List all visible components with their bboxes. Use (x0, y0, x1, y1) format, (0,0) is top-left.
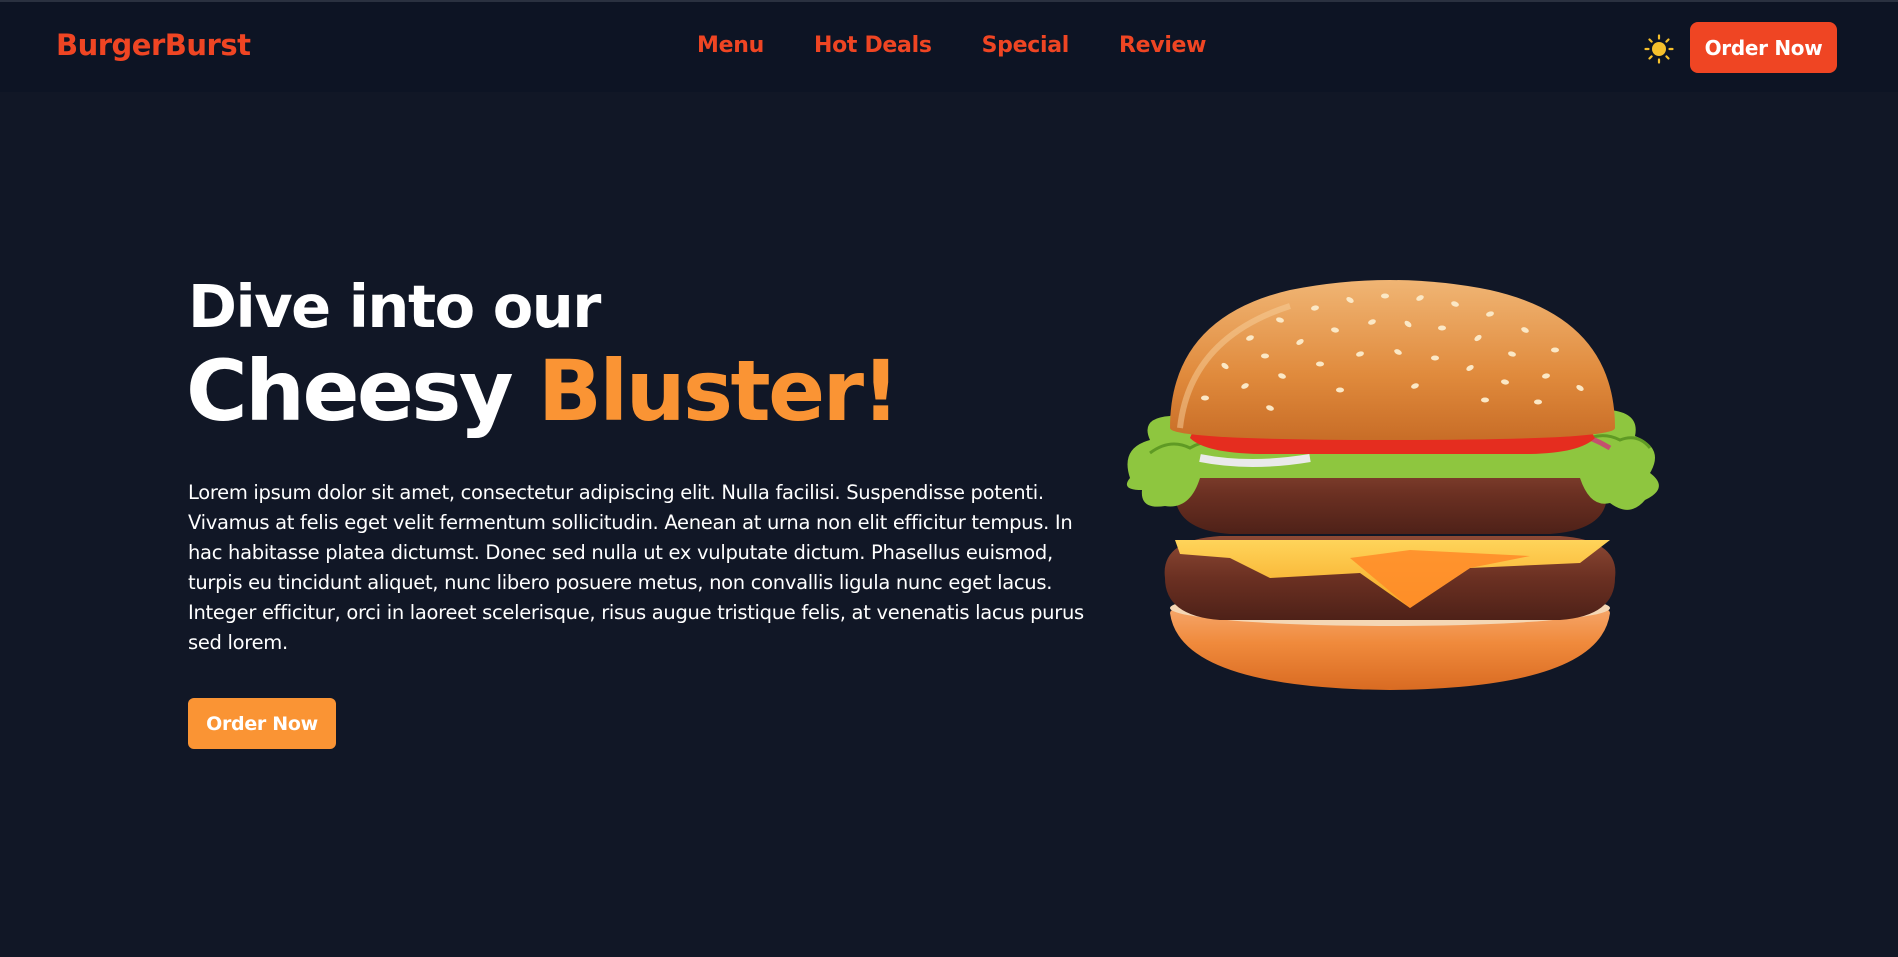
nav-item-menu[interactable]: Menu (697, 33, 764, 58)
hero-title: Cheesy Bluster! (186, 342, 900, 440)
hero-title-main: Cheesy (186, 342, 514, 440)
brand-logo[interactable]: BurgerBurst (56, 28, 251, 62)
order-now-button-header[interactable]: Order Now (1690, 22, 1837, 73)
hero-subtitle: Dive into our (188, 272, 601, 341)
burger-image (1110, 278, 1670, 698)
nav-links: Menu Hot Deals Special Review (697, 33, 1207, 58)
nav-item-hot-deals[interactable]: Hot Deals (814, 33, 932, 58)
sun-icon[interactable] (1644, 34, 1674, 64)
nav-item-special[interactable]: Special (982, 33, 1070, 58)
order-now-button-hero[interactable]: Order Now (188, 698, 336, 749)
navbar: BurgerBurst Menu Hot Deals Special Revie… (0, 2, 1898, 92)
hero-description: Lorem ipsum dolor sit amet, consectetur … (188, 481, 1084, 654)
nav-item-review[interactable]: Review (1119, 33, 1207, 58)
hero-title-accent: Bluster! (537, 342, 900, 440)
